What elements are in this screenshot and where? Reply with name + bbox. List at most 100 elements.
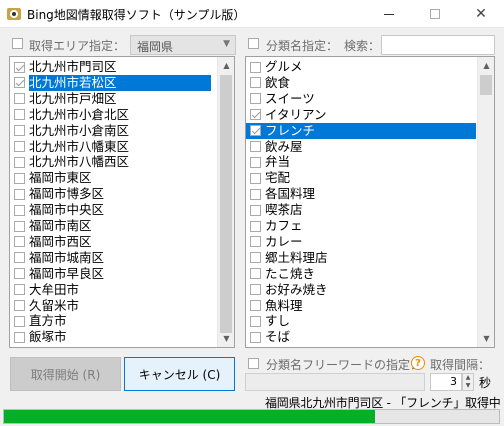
category-list-item[interactable]: カレー <box>246 234 476 250</box>
category-list[interactable]: グルメ 飲食 スイーツ イタリアン フレンチ 飲み屋 弁当 宅配 各国料理 喫茶店 カフェ カレー 郷土… <box>245 56 495 348</box>
category-list-item-checkbox[interactable] <box>250 109 261 121</box>
category-list-item[interactable]: フレンチ <box>246 122 476 139</box>
scroll-thumb[interactable] <box>480 75 492 95</box>
category-list-item[interactable]: 各国料理 <box>246 186 476 202</box>
area-list-item[interactable]: 久留米市 <box>10 298 218 314</box>
area-list-item[interactable]: 大牟田市 <box>10 282 218 298</box>
spin-down-icon[interactable]: ▼ <box>463 382 473 390</box>
category-list-item-checkbox[interactable] <box>250 331 261 343</box>
category-list-item[interactable]: 宅配 <box>246 170 476 186</box>
help-icon[interactable]: ? <box>411 356 425 370</box>
category-list-item-checkbox[interactable] <box>250 172 261 184</box>
category-list-item[interactable]: カフェ <box>246 218 476 234</box>
area-list-item-checkbox[interactable] <box>14 220 25 232</box>
interval-input[interactable]: 3 <box>430 373 462 391</box>
minimize-button[interactable] <box>366 0 412 28</box>
category-list-item[interactable]: お好み焼き <box>246 282 476 298</box>
category-list-item[interactable]: 魚料理 <box>246 298 476 314</box>
category-list-item-checkbox[interactable] <box>250 188 261 200</box>
category-list-item-checkbox[interactable] <box>250 315 261 327</box>
area-list-item[interactable]: 北九州市小倉北区 <box>10 107 218 123</box>
category-list-item-label: 宅配 <box>265 170 291 186</box>
spin-up-icon[interactable]: ▲ <box>463 374 473 382</box>
area-list-item-checkbox[interactable] <box>14 188 25 200</box>
category-list-scrollbar[interactable]: ▲ ▼ <box>477 57 494 347</box>
area-list-item[interactable]: 福岡市博多区 <box>10 186 218 202</box>
area-list-scrollbar[interactable]: ▲ ▼ <box>217 57 234 347</box>
start-button[interactable]: 取得開始 (R) <box>10 357 121 391</box>
category-list-item-checkbox[interactable] <box>250 236 261 248</box>
category-list-item[interactable]: グルメ <box>246 59 476 75</box>
category-list-item[interactable]: すし <box>246 313 476 329</box>
area-list-item-checkbox[interactable] <box>14 204 25 216</box>
area-list-item[interactable]: 北九州市若松区 <box>10 74 218 91</box>
area-list-item[interactable]: 飯塚市 <box>10 329 218 345</box>
area-list-item-checkbox[interactable] <box>14 284 25 296</box>
category-list-item[interactable]: 郷土料理店 <box>246 250 476 266</box>
category-list-item-checkbox[interactable] <box>250 61 261 73</box>
category-list-item[interactable]: 喫茶店 <box>246 202 476 218</box>
area-list-item-checkbox[interactable] <box>14 156 25 168</box>
area-list-item[interactable]: 福岡市南区 <box>10 218 218 234</box>
category-list-item-checkbox[interactable] <box>250 125 261 137</box>
area-list-item[interactable]: 北九州市小倉南区 <box>10 123 218 139</box>
scroll-down-icon[interactable]: ▼ <box>478 330 494 347</box>
area-list-item[interactable]: 福岡市中央区 <box>10 202 218 218</box>
area-list-item[interactable]: 北九州市八幡東区 <box>10 139 218 155</box>
area-list-item-checkbox[interactable] <box>14 93 25 105</box>
area-list-item-checkbox[interactable] <box>14 141 25 152</box>
interval-spinner[interactable]: ▲ ▼ <box>462 373 474 391</box>
area-list-item-checkbox[interactable] <box>14 300 25 311</box>
area-list-item[interactable]: 福岡市東区 <box>10 170 218 186</box>
category-list-item[interactable]: たこ焼き <box>246 266 476 282</box>
area-list-item-checkbox[interactable] <box>14 236 25 248</box>
cancel-button[interactable]: キャンセル (C) <box>124 357 235 391</box>
maximize-button[interactable] <box>412 0 458 28</box>
category-list-item-checkbox[interactable] <box>250 252 261 264</box>
area-list-item[interactable]: 北九州市戸畑区 <box>10 91 218 107</box>
category-list-item-checkbox[interactable] <box>250 204 261 216</box>
category-list-item-checkbox[interactable] <box>250 220 261 232</box>
category-list-item-checkbox[interactable] <box>250 284 261 296</box>
category-list-item-checkbox[interactable] <box>250 300 261 311</box>
area-list-item-checkbox[interactable] <box>14 61 25 73</box>
area-list-item[interactable]: 福岡市城南区 <box>10 250 218 266</box>
area-list-item-checkbox[interactable] <box>14 268 25 280</box>
category-list-item[interactable]: そば <box>246 329 476 345</box>
area-list-item[interactable]: 福岡市早良区 <box>10 266 218 282</box>
area-list-item-checkbox[interactable] <box>14 252 25 264</box>
category-filter-checkbox[interactable] <box>248 38 259 49</box>
category-list-item-checkbox[interactable] <box>250 77 261 89</box>
scroll-up-icon[interactable]: ▲ <box>478 57 494 74</box>
category-list-item[interactable]: 弁当 <box>246 154 476 170</box>
close-button[interactable]: ✕ <box>458 0 504 28</box>
area-list-item-label: 福岡市南区 <box>29 218 92 233</box>
freeword-checkbox[interactable] <box>248 358 259 369</box>
category-list-item-checkbox[interactable] <box>250 93 261 105</box>
prefecture-select[interactable]: 福岡県 ▼ <box>130 35 236 55</box>
category-list-item[interactable]: 飲食 <box>246 75 476 91</box>
area-list-item-checkbox[interactable] <box>14 331 25 343</box>
area-list-item-checkbox[interactable] <box>14 125 25 137</box>
area-filter-checkbox[interactable] <box>12 38 23 49</box>
scroll-down-icon[interactable]: ▼ <box>218 330 234 347</box>
category-list-item[interactable]: イタリアン <box>246 107 476 123</box>
category-list-item[interactable]: スイーツ <box>246 91 476 107</box>
category-list-item-checkbox[interactable] <box>250 156 261 168</box>
area-list-item-checkbox[interactable] <box>14 109 25 121</box>
scroll-up-icon[interactable]: ▲ <box>218 57 234 74</box>
area-list-item-checkbox[interactable] <box>14 315 25 327</box>
area-list-item-checkbox[interactable] <box>14 172 25 184</box>
search-input[interactable] <box>381 35 495 55</box>
freeword-input[interactable] <box>245 373 425 391</box>
area-list-item[interactable]: 福岡市西区 <box>10 234 218 250</box>
area-list[interactable]: 北九州市門司区 北九州市若松区 北九州市戸畑区 北九州市小倉北区 北九州市小倉南区 北九州… <box>9 56 235 348</box>
scroll-thumb[interactable] <box>220 75 232 333</box>
area-list-item[interactable]: 北九州市八幡西区 <box>10 154 218 170</box>
area-list-item[interactable]: 直方市 <box>10 313 218 329</box>
area-list-item-checkbox[interactable] <box>14 77 25 89</box>
category-list-item-checkbox[interactable] <box>250 141 261 152</box>
category-list-item-checkbox[interactable] <box>250 268 261 280</box>
category-list-item[interactable]: 飲み屋 <box>246 139 476 155</box>
area-list-item[interactable]: 北九州市門司区 <box>10 59 218 75</box>
